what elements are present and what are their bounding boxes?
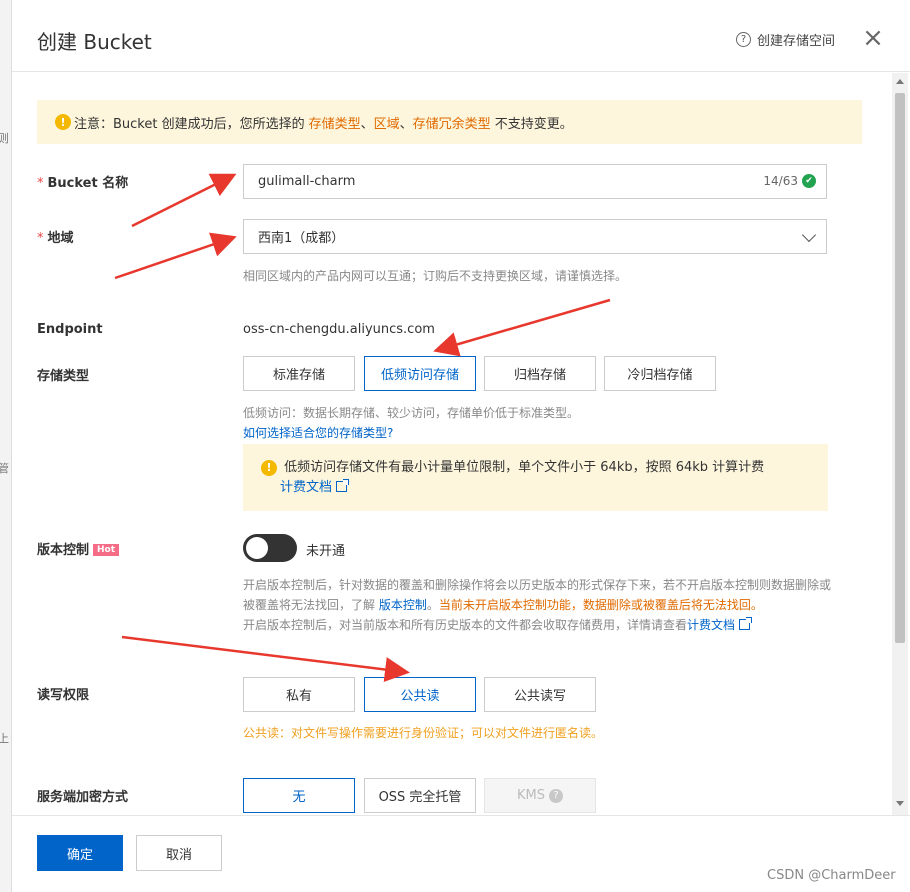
bucket-name-label-text: Bucket 名称: [47, 176, 129, 191]
notice-banner: ! 注意：Bucket 创建成功后，您所选择的 存储类型 、 区域 、 存储冗余…: [37, 100, 862, 144]
region-value: 西南1（成都）: [258, 231, 345, 246]
notice-sep: 、: [399, 116, 413, 132]
kms-label: KMS: [517, 788, 545, 803]
versioning-label-text: 版本控制: [37, 543, 90, 558]
confirm-button[interactable]: 确定: [37, 835, 123, 871]
background-text: 则: [0, 132, 9, 145]
char-counter-text: 14/63: [763, 174, 798, 188]
drawer-body[interactable]: ! 注意：Bucket 创建成功后，您所选择的 存储类型 、 区域 、 存储冗余…: [12, 73, 890, 815]
storage-type-label: 存储类型: [37, 369, 90, 384]
storage-how-link[interactable]: 如何选择适合您的存储类型?: [243, 424, 393, 441]
storage-info-box: ! 低频访问存储文件有最小计量单位限制，单个文件小于 64kb，按照 64kb …: [243, 444, 828, 511]
acl-option-private[interactable]: 私有: [243, 677, 355, 712]
required-mark: *: [37, 176, 44, 191]
bucket-name-input[interactable]: gulimall-charm 14/63 ✔: [243, 164, 827, 199]
versioning-status: 未开通: [306, 544, 346, 559]
notice-sep: 、: [360, 116, 374, 132]
versioning-description: 开启版本控制后，针对数据的覆盖和删除操作将会以历史版本的形式保存下来，若不开启版…: [243, 575, 833, 635]
required-mark: *: [37, 231, 44, 246]
background-page-edge: 则 管 上: [0, 0, 12, 892]
acl-note: 公共读：对文件写操作需要进行身份验证；可以对文件进行匿名读。: [243, 726, 604, 740]
encryption-option-none[interactable]: 无: [243, 778, 355, 813]
region-label: * 地域: [37, 227, 74, 246]
scroll-up-icon[interactable]: [896, 79, 904, 84]
check-circle-icon: ✔: [802, 174, 816, 188]
notice-storage-type: 存储类型: [308, 116, 361, 132]
endpoint-value: oss-cn-chengdu.aliyuncs.com: [243, 322, 435, 337]
storage-info-text: 低频访问存储文件有最小计量单位限制，单个文件小于 64kb，按照 64kb 计算…: [284, 460, 765, 475]
help-label: 创建存储空间: [757, 34, 836, 49]
drawer-header: 创建 Bucket ? 创建存储空间 ×: [12, 0, 910, 72]
versioning-billing-text: 开启版本控制后，对当前版本和所有历史版本的文件都会收取存储费用，详情请查看: [243, 618, 688, 632]
versioning-toggle[interactable]: [243, 534, 297, 562]
cancel-button[interactable]: 取消: [136, 835, 222, 871]
storage-desc: 低频访问：数据长期存储、较少访问，存储单价低于标准类型。: [243, 406, 580, 420]
help-link[interactable]: ? 创建存储空间: [736, 30, 835, 49]
versioning-link[interactable]: 版本控制: [379, 598, 427, 612]
region-label-text: 地域: [47, 231, 74, 246]
endpoint-label: Endpoint: [37, 322, 103, 337]
scroll-down-icon[interactable]: [896, 801, 904, 806]
hot-badge: Hot: [93, 544, 120, 556]
billing-doc-link[interactable]: 计费文档: [280, 480, 332, 495]
scroll-thumb[interactable]: [895, 93, 905, 643]
warning-icon: !: [55, 114, 71, 130]
region-hint: 相同区域内的产品内网可以互通；订购后不支持更换区域，请谨慎选择。: [243, 269, 628, 283]
bucket-name-label: * Bucket 名称: [37, 172, 128, 191]
external-link-icon: [739, 617, 753, 630]
versioning-billing-link[interactable]: 计费文档: [687, 618, 735, 632]
drawer-footer: 确定 取消 CSDN @CharmDeer: [12, 815, 910, 892]
storage-option-cold-archive[interactable]: 冷归档存储: [604, 356, 716, 391]
background-text: 管: [0, 462, 9, 475]
drawer-title: 创建 Bucket: [37, 30, 152, 54]
notice-prefix: 注意：Bucket 创建成功后，您所选择的: [74, 116, 305, 132]
question-icon: ?: [736, 32, 751, 47]
background-text: 上: [0, 732, 9, 745]
encryption-option-oss[interactable]: OSS 完全托管: [364, 778, 476, 813]
external-link-icon: [336, 479, 350, 492]
acl-option-public-read[interactable]: 公共读: [364, 677, 476, 712]
versioning-sep: 。: [426, 598, 439, 612]
toggle-knob: [246, 537, 268, 559]
close-icon[interactable]: ×: [862, 25, 884, 51]
scrollbar[interactable]: [892, 73, 908, 815]
acl-label: 读写权限: [37, 688, 90, 703]
encryption-option-kms: KMS?: [484, 778, 596, 813]
encryption-label: 服务端加密方式: [37, 790, 129, 805]
char-counter: 14/63 ✔: [763, 174, 816, 188]
storage-option-standard[interactable]: 标准存储: [243, 356, 355, 391]
watermark: CSDN @CharmDeer: [767, 868, 896, 883]
question-icon: ?: [549, 788, 563, 803]
warning-icon: !: [261, 460, 277, 476]
bucket-name-value: gulimall-charm: [258, 174, 356, 189]
versioning-warning: 当前未开启版本控制功能，数据删除或被覆盖后将无法找回。: [438, 598, 763, 612]
storage-option-archive[interactable]: 归档存储: [484, 356, 596, 391]
region-select[interactable]: 西南1（成都）: [243, 219, 827, 254]
versioning-label: 版本控制 Hot: [37, 539, 120, 558]
acl-option-public-read-write[interactable]: 公共读写: [484, 677, 596, 712]
notice-redundancy: 存储冗余类型: [412, 116, 491, 132]
chevron-down-icon: [801, 227, 817, 243]
storage-option-ia[interactable]: 低频访问存储: [364, 356, 476, 391]
create-bucket-drawer: 创建 Bucket ? 创建存储空间 × ! 注意：Bucket 创建成功后，您…: [12, 0, 910, 892]
notice-suffix: 不支持变更。: [494, 116, 573, 132]
notice-region: 区域: [373, 116, 400, 132]
